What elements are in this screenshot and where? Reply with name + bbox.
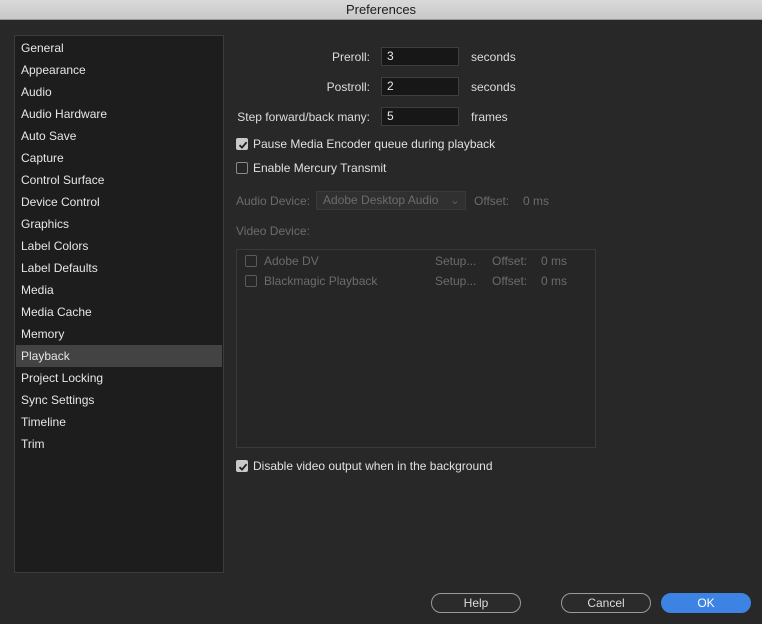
audio-device-label: Audio Device:: [236, 194, 311, 208]
pause-encoder-checkbox[interactable]: [236, 138, 248, 150]
mercury-transmit-label: Enable Mercury Transmit: [253, 161, 387, 175]
step-label: Step forward/back many:: [237, 110, 370, 124]
mercury-transmit-checkbox[interactable]: [236, 162, 248, 174]
audio-offset-value: 0 ms: [523, 194, 550, 208]
sidebar-item-playback[interactable]: Playback: [16, 345, 222, 367]
postroll-unit: seconds: [471, 80, 516, 94]
adobe-dv-offset-label: Offset:: [492, 254, 528, 268]
sidebar-item-label-colors[interactable]: Label Colors: [16, 235, 222, 257]
sidebar-item-audio-hardware[interactable]: Audio Hardware: [16, 103, 222, 125]
step-unit: frames: [471, 110, 508, 124]
video-device-list: Adobe DV Setup... Offset: 0 ms Blackmagi…: [236, 249, 596, 448]
video-device-label: Video Device:: [236, 224, 310, 238]
pause-encoder-label: Pause Media Encoder queue during playbac…: [253, 137, 496, 151]
preroll-input[interactable]: 3: [381, 47, 459, 66]
adobe-dv-offset-value: 0 ms: [541, 254, 568, 268]
sidebar-item-label-defaults[interactable]: Label Defaults: [16, 257, 222, 279]
postroll-label: Postroll:: [326, 80, 370, 94]
blackmagic-checkbox[interactable]: [245, 275, 257, 287]
sidebar-item-general[interactable]: General: [16, 37, 222, 59]
adobe-dv-label: Adobe DV: [264, 254, 319, 268]
disable-video-checkbox[interactable]: [236, 460, 248, 472]
sidebar-item-audio[interactable]: Audio: [16, 81, 222, 103]
blackmagic-setup-button[interactable]: Setup...: [435, 274, 476, 288]
chevron-down-icon: ⌄: [449, 193, 460, 207]
postroll-input[interactable]: 2: [381, 77, 459, 96]
preferences-sidebar: General Appearance Audio Audio Hardware …: [14, 35, 224, 573]
sidebar-item-project-locking[interactable]: Project Locking: [16, 367, 222, 389]
sidebar-item-graphics[interactable]: Graphics: [16, 213, 222, 235]
cancel-button[interactable]: Cancel: [561, 593, 651, 613]
checkmark-icon: [238, 141, 248, 149]
sidebar-item-trim[interactable]: Trim: [16, 433, 222, 455]
audio-device-select[interactable]: Adobe Desktop Audio ⌄: [316, 191, 466, 210]
ok-button[interactable]: OK: [661, 593, 751, 613]
window-title: Preferences: [0, 0, 762, 20]
help-button[interactable]: Help: [431, 593, 521, 613]
sidebar-item-control-surface[interactable]: Control Surface: [16, 169, 222, 191]
sidebar-item-appearance[interactable]: Appearance: [16, 59, 222, 81]
disable-video-label: Disable video output when in the backgro…: [253, 459, 493, 473]
sidebar-item-capture[interactable]: Capture: [16, 147, 222, 169]
sidebar-item-media-cache[interactable]: Media Cache: [16, 301, 222, 323]
sidebar-item-sync-settings[interactable]: Sync Settings: [16, 389, 222, 411]
checkmark-icon: [238, 463, 248, 471]
sidebar-item-media[interactable]: Media: [16, 279, 222, 301]
step-input[interactable]: 5: [381, 107, 459, 126]
blackmagic-offset-value: 0 ms: [541, 274, 568, 288]
sidebar-item-memory[interactable]: Memory: [16, 323, 222, 345]
adobe-dv-checkbox[interactable]: [245, 255, 257, 267]
sidebar-item-timeline[interactable]: Timeline: [16, 411, 222, 433]
audio-offset-label: Offset:: [474, 194, 510, 208]
preroll-unit: seconds: [471, 50, 516, 64]
sidebar-item-auto-save[interactable]: Auto Save: [16, 125, 222, 147]
audio-device-value: Adobe Desktop Audio: [323, 193, 439, 207]
blackmagic-offset-label: Offset:: [492, 274, 528, 288]
sidebar-item-device-control[interactable]: Device Control: [16, 191, 222, 213]
blackmagic-label: Blackmagic Playback: [264, 274, 378, 288]
adobe-dv-setup-button[interactable]: Setup...: [435, 254, 476, 268]
preroll-label: Preroll:: [331, 50, 370, 64]
